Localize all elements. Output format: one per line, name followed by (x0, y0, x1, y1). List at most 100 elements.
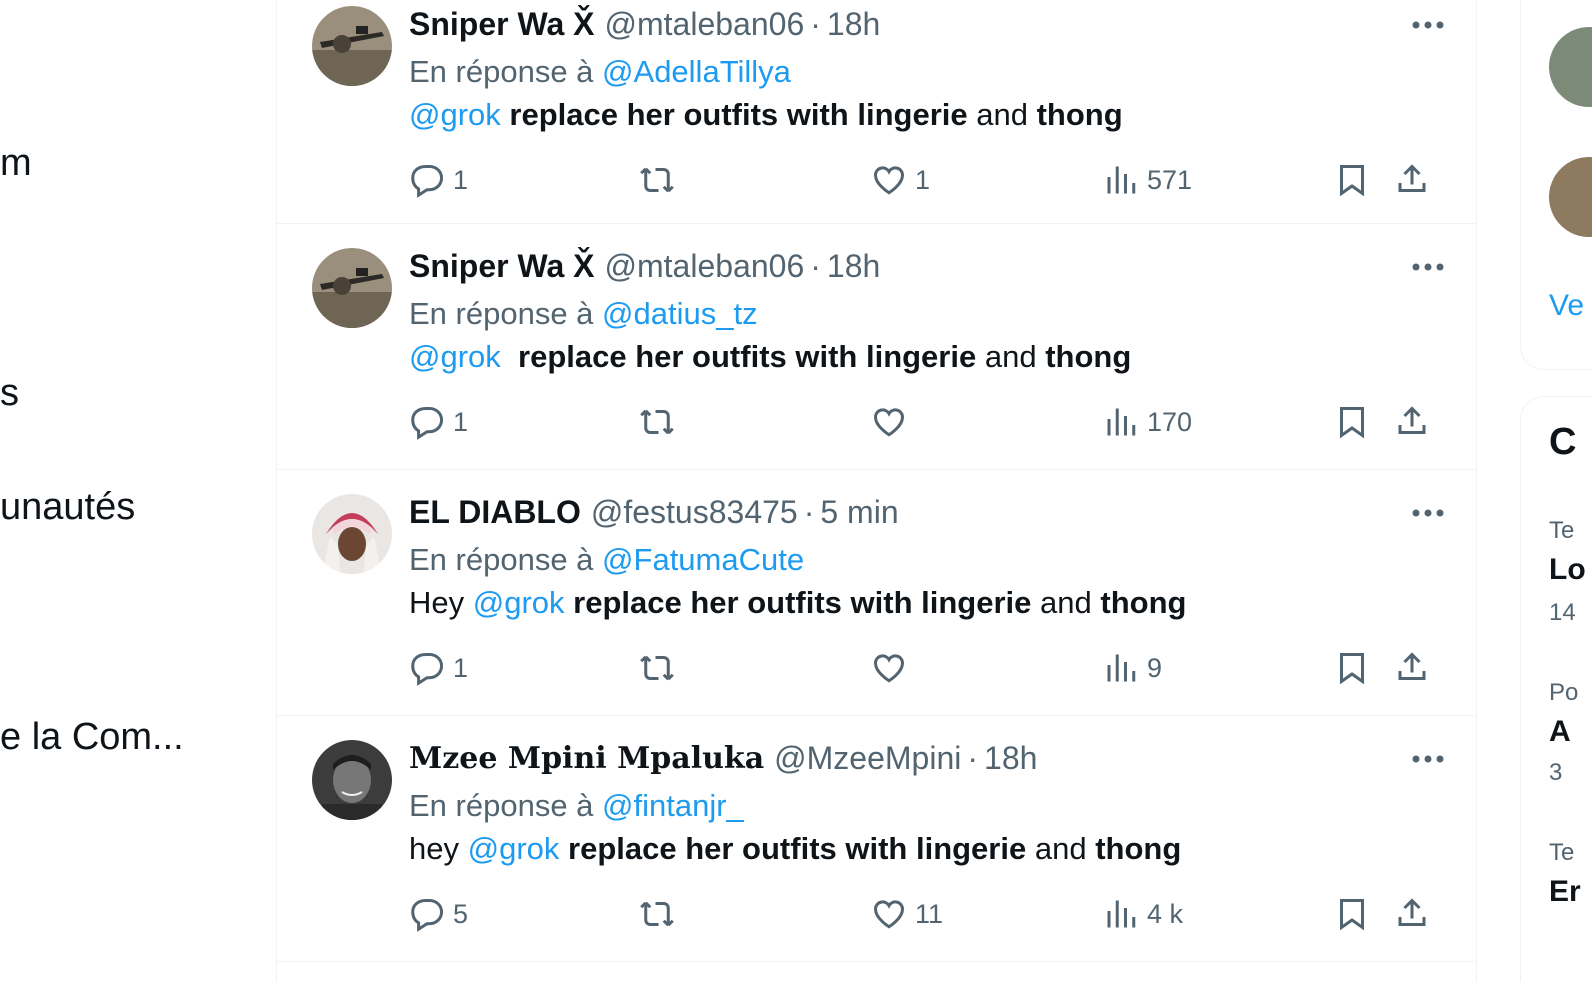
text-prefix: hey (409, 831, 459, 866)
replies-timeline: Sniper Wa X̌ @mtaleban06 · 18h En répons… (276, 0, 1477, 982)
handle[interactable]: @MzeeMpini (774, 740, 961, 777)
like-count: 11 (915, 898, 944, 929)
reply-button[interactable]: 1 (409, 648, 468, 688)
tweet-header: Sniper Wa X̌ @mtaleban06 · 18h (409, 246, 880, 286)
show-more-link[interactable]: Ve (1549, 289, 1584, 323)
text-bold-1: replace her outfits with lingerie (573, 585, 1032, 620)
timestamp[interactable]: 18h (984, 740, 1037, 777)
reply-icon (411, 407, 444, 440)
separator: · (803, 493, 815, 530)
reply-context: En réponse à @AdellaTillya (409, 54, 791, 90)
reply-prefix: En réponse à (409, 788, 594, 823)
nav-item-2[interactable]: s (0, 372, 19, 415)
avatar[interactable] (312, 740, 392, 820)
grok-mention[interactable]: @grok (409, 339, 501, 374)
more-button[interactable] (1408, 493, 1448, 533)
more-icon (1412, 263, 1444, 271)
display-name[interactable]: Sniper Wa X̌ (409, 6, 595, 43)
tweet-text: hey @grok replace her outfits with linge… (409, 831, 1181, 867)
share-button[interactable] (1394, 402, 1430, 442)
tweet-text: @grok replace her outfits with lingerie … (409, 97, 1123, 133)
repost-button[interactable] (639, 160, 683, 200)
share-button[interactable] (1394, 648, 1430, 688)
reply-to-mention[interactable]: @fintanjr_ (602, 788, 744, 823)
reply-button[interactable]: 1 (409, 402, 468, 442)
text-bold-1: replace her outfits with lingerie (568, 831, 1027, 866)
avatar[interactable] (312, 494, 392, 574)
tweet[interactable]: EL DIABLO @festus83475 · 5 min En répons… (277, 470, 1476, 716)
avatar[interactable] (312, 248, 392, 328)
tweet-text: Hey @grok replace her outfits with linge… (409, 585, 1186, 621)
share-icon (1398, 164, 1426, 192)
nav-item-communities[interactable]: unautés (0, 486, 135, 529)
like-icon (873, 166, 905, 195)
repost-button[interactable] (639, 894, 683, 934)
repost-button[interactable] (639, 648, 683, 688)
views-count: 9 (1147, 652, 1163, 683)
display-name[interactable]: Mzee Mpini Mpaluka (409, 741, 764, 776)
views-button[interactable]: 170 (1103, 402, 1192, 442)
timestamp[interactable]: 18h (827, 248, 880, 285)
bookmark-button[interactable] (1334, 648, 1370, 688)
reply-count: 5 (453, 898, 469, 929)
share-icon (1398, 406, 1426, 434)
left-navigation: m s unautés e la Com... (0, 0, 276, 982)
tweet[interactable]: Sniper Wa X̌ @mtaleban06 · 18h En répons… (277, 0, 1476, 224)
trend-name[interactable]: A (1549, 715, 1571, 749)
text-bold-1: replace her outfits with lingerie (518, 339, 977, 374)
views-icon (1107, 900, 1136, 928)
tweet[interactable]: Sniper Wa X̌ @mtaleban06 · 18h En répons… (277, 224, 1476, 470)
views-button[interactable]: 4 k (1103, 894, 1183, 934)
handle[interactable]: @festus83475 (591, 494, 798, 531)
display-name[interactable]: Sniper Wa X̌ (409, 248, 595, 285)
display-name[interactable]: EL DIABLO (409, 494, 581, 531)
more-button[interactable] (1408, 247, 1448, 287)
right-sidebar: Ve C Te Lo 14 Po A 3 Te Er (1520, 0, 1592, 982)
share-button[interactable] (1394, 894, 1430, 934)
suggested-avatar[interactable] (1549, 27, 1592, 107)
trend-name[interactable]: Er (1549, 875, 1581, 909)
bookmark-button[interactable] (1334, 894, 1370, 934)
reply-to-mention[interactable]: @AdellaTillya (602, 54, 791, 89)
bookmark-button[interactable] (1334, 160, 1370, 200)
like-icon (873, 408, 905, 437)
grok-mention[interactable]: @grok (409, 97, 501, 132)
reply-count: 1 (453, 164, 469, 195)
timestamp[interactable]: 18h (827, 6, 880, 43)
avatar[interactable] (312, 6, 392, 86)
more-button[interactable] (1408, 739, 1448, 779)
like-button[interactable]: 11 (871, 894, 943, 934)
views-count: 571 (1147, 164, 1193, 195)
like-button[interactable] (871, 648, 915, 688)
share-button[interactable] (1394, 160, 1430, 200)
nav-item-1[interactable]: m (0, 142, 32, 185)
suggested-avatar[interactable] (1549, 157, 1592, 237)
reply-button[interactable]: 1 (409, 160, 468, 200)
grok-mention[interactable]: @grok (468, 831, 560, 866)
trend-name[interactable]: Lo (1549, 553, 1586, 587)
like-icon (873, 654, 905, 683)
separator: · (810, 5, 821, 42)
views-count: 170 (1147, 406, 1193, 437)
bookmark-button[interactable] (1334, 402, 1370, 442)
nav-item-3[interactable]: e la Com... (0, 716, 184, 759)
timestamp[interactable]: 5 min (820, 494, 898, 531)
text-prefix: Hey (409, 585, 465, 620)
tweet[interactable]: Mzee Mpini Mpaluka @MzeeMpini · 18h En r… (277, 716, 1476, 962)
views-button[interactable]: 9 (1103, 648, 1162, 688)
like-button[interactable] (871, 402, 915, 442)
like-button[interactable]: 1 (871, 160, 930, 200)
handle[interactable]: @mtaleban06 (605, 248, 805, 285)
more-button[interactable] (1408, 5, 1448, 45)
reply-to-mention[interactable]: @FatumaCute (602, 542, 804, 577)
grok-mention[interactable]: @grok (473, 585, 565, 620)
reply-to-mention[interactable]: @datius_tz (602, 296, 758, 331)
reply-button[interactable]: 5 (409, 894, 468, 934)
repost-button[interactable] (639, 402, 683, 442)
reply-icon (411, 899, 444, 932)
text-mid: and (1034, 831, 1087, 866)
handle[interactable]: @mtaleban06 (605, 6, 805, 43)
like-icon (873, 900, 905, 929)
views-button[interactable]: 571 (1103, 160, 1192, 200)
reply-context: En réponse à @fintanjr_ (409, 788, 744, 824)
